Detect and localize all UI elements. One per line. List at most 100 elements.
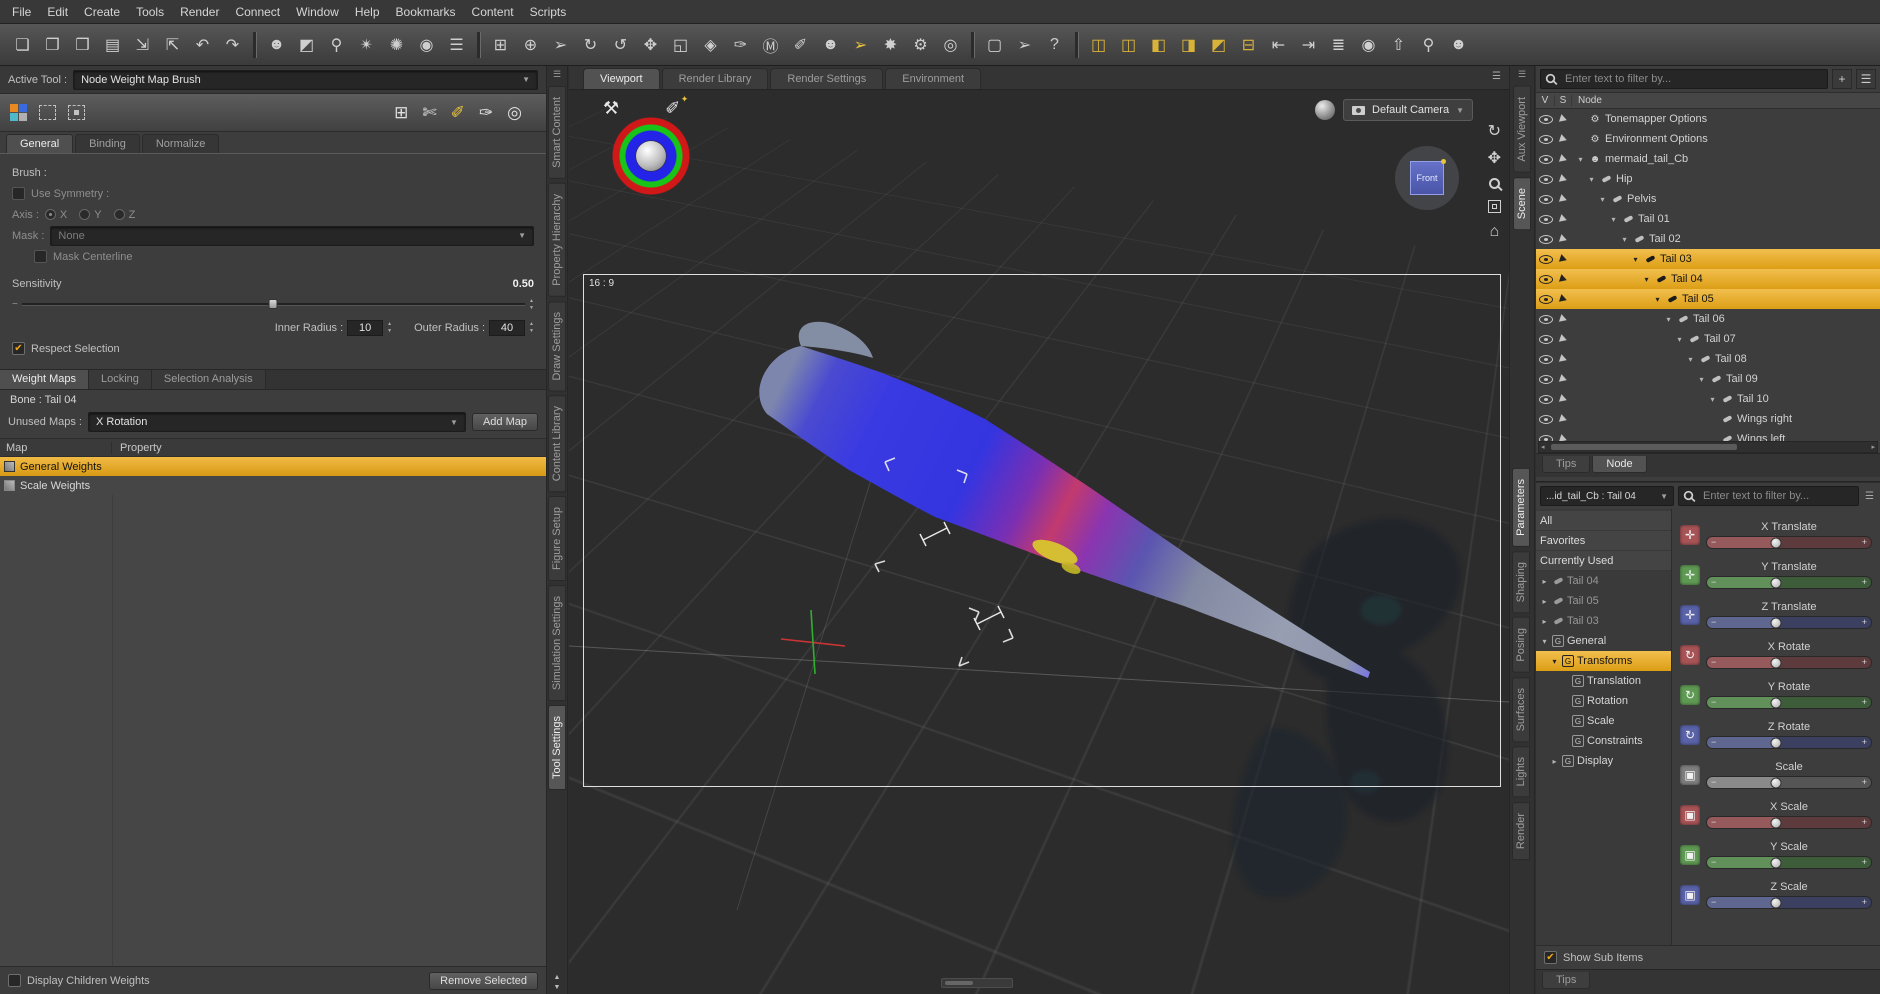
axis-radio[interactable]: Z [113,209,135,221]
scene-node-row[interactable]: ▾ Tail 05 [1536,289,1880,309]
gradient-swatch-icon[interactable] [10,104,27,121]
expander-icon[interactable]: ▾ [1620,235,1629,244]
slider-handle[interactable] [1770,777,1782,788]
camera-selector[interactable]: Default Camera ▼ [1343,99,1473,121]
dock-tab[interactable]: Lights [1512,746,1530,798]
node-weight-mode-icon[interactable]: ⊞ [394,103,408,123]
visibility-toggle[interactable] [1536,374,1555,384]
toolbar-icon[interactable]: ➢ [546,30,575,60]
toolbar-icon[interactable]: ◉ [1354,30,1383,60]
expander-icon[interactable]: ▾ [1576,155,1585,164]
expander-icon[interactable]: ▾ [1598,195,1607,204]
paint-brush-icon[interactable]: ✐ [451,103,465,123]
scroll-up-icon[interactable]: ▲ [554,974,561,981]
expander-icon[interactable]: ▾ [1631,255,1640,264]
scene-subpane-tab[interactable]: Tips [1542,456,1591,473]
pane-menu-icon[interactable]: ☰ [1856,69,1876,89]
toolbar-icon[interactable]: ◈ [696,30,725,60]
selectability-toggle[interactable] [1555,414,1572,424]
dock-tab[interactable]: Tool Settings [548,705,566,791]
slider-nudge-minus[interactable]: − [1711,618,1716,627]
parameter-nav-item[interactable]: ▾ Transforms [1536,651,1671,671]
slider-track[interactable]: − + [1706,536,1872,549]
dock-tab[interactable]: Posing [1512,617,1530,673]
toolbar-icon[interactable]: ≣ [1324,30,1353,60]
node-column-header[interactable]: Node [1572,95,1880,106]
slider-nudge-plus[interactable]: + [1862,818,1867,827]
expander-icon[interactable]: ▾ [1642,275,1651,284]
visibility-toggle[interactable] [1536,114,1555,124]
parameter-nav-item[interactable]: Constraints [1536,731,1671,751]
visibility-toggle[interactable] [1536,354,1555,364]
slider-track[interactable]: − + [1706,896,1872,909]
toolbar-icon[interactable]: ↷ [218,30,247,60]
view-cube[interactable]: Front [1395,146,1459,210]
slider-handle[interactable] [1770,657,1782,668]
sphere-gradient-icon[interactable]: ◎ [507,103,522,123]
pan-icon[interactable]: ✥ [1488,151,1501,167]
visibility-toggle[interactable] [1536,274,1555,284]
selectability-toggle[interactable] [1555,314,1572,324]
minus-icon[interactable]: − [12,299,18,310]
respect-selection-checkbox[interactable]: ✔ [12,342,25,355]
slider-nudge-minus[interactable]: − [1711,818,1716,827]
menu-item[interactable]: Window [288,2,347,22]
expander-icon[interactable]: ▾ [1609,215,1618,224]
toolbar-icon[interactable]: ⊟ [1234,30,1263,60]
scene-node-row[interactable]: ▾ Hip [1536,169,1880,189]
sensitivity-stepper[interactable]: ▲ ▼ [529,298,534,311]
slider-track[interactable]: − + [1706,816,1872,829]
orbit-icon[interactable]: ↻ [1488,124,1501,140]
selectability-toggle[interactable] [1555,294,1572,304]
visibility-toggle[interactable] [1536,174,1555,184]
outer-radius-input[interactable]: 40 [489,319,526,336]
slider-nudge-minus[interactable]: − [1711,738,1716,747]
parameter-nav-item[interactable]: ▸ Tail 04 [1536,571,1671,591]
slider-track[interactable]: − + [1706,776,1872,789]
parameters-tips-tab[interactable]: Tips [1542,972,1591,989]
scene-node-row[interactable]: ▾ Tail 03 [1536,249,1880,269]
mask-dropdown[interactable]: None ▼ [50,225,534,246]
weight-map-row[interactable]: General Weights [0,457,546,476]
dock-tab[interactable]: Parameters [1512,468,1530,547]
selectability-toggle[interactable] [1555,374,1572,384]
menu-item[interactable]: File [4,2,39,22]
dock-tab[interactable]: Render [1512,801,1530,860]
scene-node-row[interactable]: Wings right [1536,409,1880,429]
menu-item[interactable]: Help [347,2,388,22]
tool-panel-tab[interactable]: Normalize [141,134,220,153]
slider-nudge-plus[interactable]: + [1862,738,1867,747]
scene-node-row[interactable]: Wings left [1536,429,1880,441]
use-symmetry-checkbox[interactable] [12,187,25,200]
parameter-nav-item[interactable]: Currently Used [1536,551,1671,571]
toolbar-icon[interactable]: ➢ [846,30,875,60]
toolbar-icon[interactable]: ⇱ [158,30,187,60]
visibility-toggle[interactable] [1536,154,1555,164]
toolbar-icon[interactable]: ➢ [1010,30,1039,60]
scene-node-row[interactable]: ▾ Tail 10 [1536,389,1880,409]
toolbar-icon[interactable]: ☻ [1444,30,1473,60]
mask-centerline-checkbox[interactable] [34,250,47,263]
add-map-button[interactable]: Add Map [471,413,538,431]
expander-icon[interactable]: ▾ [1686,355,1695,364]
scene-subpane-tab[interactable]: Node [1592,456,1647,473]
visibility-toggle[interactable] [1536,294,1555,304]
inner-radius-stepper[interactable]: ▲ ▼ [387,321,392,334]
display-children-checkbox[interactable] [8,974,21,987]
viewport-tab[interactable]: Render Library [661,68,769,89]
slider-track[interactable]: − + [1706,616,1872,629]
dock-tab[interactable]: Content Library [548,395,566,493]
toolbar-icon[interactable] [253,31,256,58]
viewport-tab[interactable]: Render Settings [770,68,884,89]
parameter-nav-item[interactable]: Favorites [1536,531,1671,551]
slider-nudge-plus[interactable]: + [1862,898,1867,907]
visibility-toggle[interactable] [1536,214,1555,224]
toolbar-icon[interactable]: ▤ [98,30,127,60]
slider-nudge-plus[interactable]: + [1862,778,1867,787]
scene-node-row[interactable]: ▾ Tail 01 [1536,209,1880,229]
remove-selected-button[interactable]: Remove Selected [429,971,538,990]
slider-nudge-minus[interactable]: − [1711,858,1716,867]
slider-handle[interactable] [1770,577,1782,588]
weight-map-tab[interactable]: Locking [89,370,152,389]
viewport-tab[interactable]: Environment [885,68,982,89]
